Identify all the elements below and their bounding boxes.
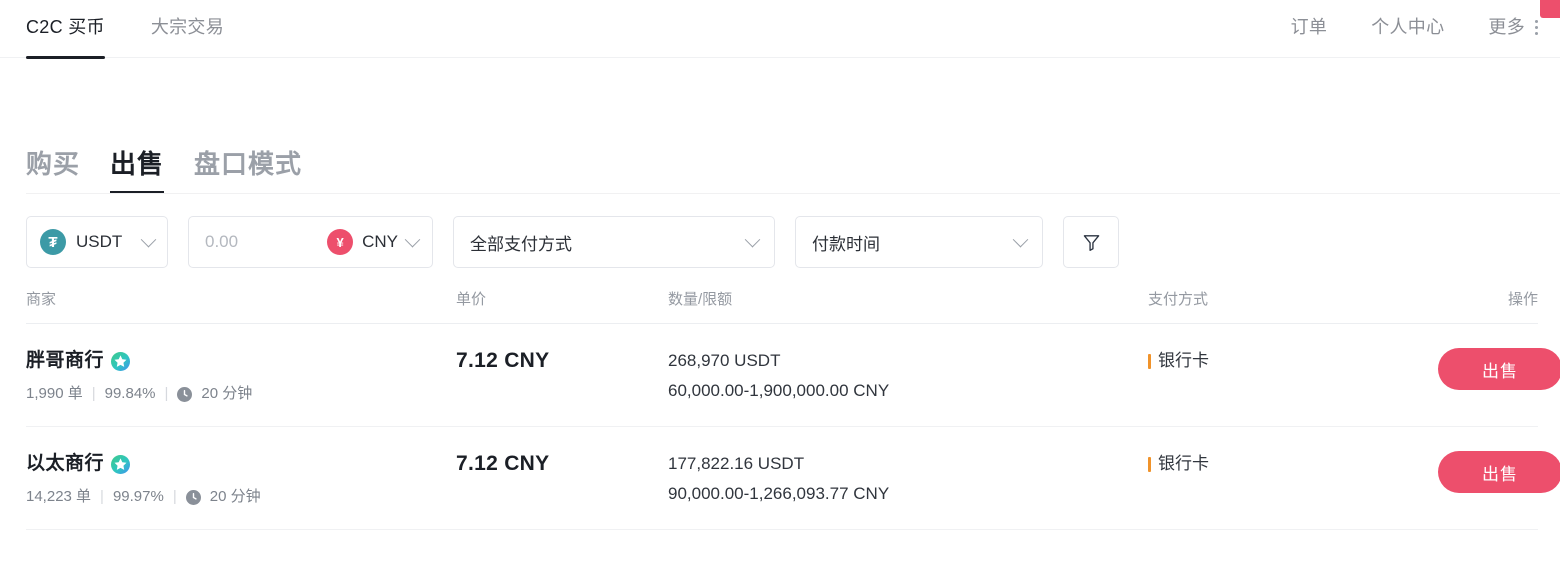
payment-color-bar-icon bbox=[1148, 456, 1151, 472]
price-cell: 7.12 CNY bbox=[456, 451, 668, 477]
sell-button[interactable]: 出售 bbox=[1438, 348, 1560, 390]
chevron-down-icon bbox=[744, 231, 761, 247]
order-limit: 90,000.00-1,266,093.77 CNY bbox=[668, 484, 890, 503]
amount-input[interactable]: 0.00 bbox=[205, 232, 238, 252]
payment-method-label: 银行卡 bbox=[1158, 454, 1209, 473]
funnel-filter-icon bbox=[1083, 234, 1099, 251]
coin-select[interactable]: ₮ USDT bbox=[26, 216, 168, 268]
chevron-down-icon bbox=[140, 231, 157, 247]
filter-toolbar: ₮ USDT 0.00 ¥ CNY 全部支付方式 付款时间 bbox=[0, 194, 1560, 268]
fiat-select[interactable]: ¥ CNY bbox=[327, 229, 421, 255]
tab-sell[interactable]: 出售 bbox=[110, 146, 165, 194]
column-header-payment: 支付方式 bbox=[1148, 291, 1209, 308]
merchant-stats: 14,223 单 | 99.97% | 20 分钟 bbox=[26, 487, 456, 507]
merchant-cell: 胖哥商行 1,990 单 | 99.84% | 20 分钟 bbox=[26, 348, 456, 404]
merchant-name[interactable]: 胖哥商行 bbox=[26, 348, 104, 374]
nav-item-orders[interactable]: 订单 bbox=[1291, 14, 1328, 40]
vertical-dots-icon bbox=[1535, 19, 1538, 35]
tab-orderbook-mode[interactable]: 盘口模式 bbox=[194, 146, 302, 194]
amount-limit-cell: 268,970 USDT 60,000.00-1,900,000.00 CNY bbox=[668, 348, 1148, 404]
column-header-action: 操作 bbox=[1507, 291, 1538, 308]
available-amount: 177,822.16 USDT bbox=[668, 454, 805, 473]
stats-separator: | bbox=[100, 488, 104, 505]
order-limit: 60,000.00-1,900,000.00 CNY bbox=[668, 381, 890, 400]
top-nav-right-group: 订单 个人中心 更多 bbox=[1291, 0, 1538, 40]
merchant-order-count: 14,223 单 bbox=[26, 488, 92, 505]
usdt-coin-icon: ₮ bbox=[40, 229, 66, 255]
top-nav-left-group: C2C 买币 大宗交易 bbox=[26, 0, 224, 59]
chevron-down-icon bbox=[1012, 231, 1029, 247]
nav-item-more-label: 更多 bbox=[1488, 17, 1525, 37]
payment-cell: 银行卡 bbox=[1148, 348, 1438, 374]
coin-select-value: USDT bbox=[76, 232, 123, 251]
merchant-name-line: 胖哥商行 bbox=[26, 348, 456, 374]
top-navigation-bar: C2C 买币 大宗交易 订单 个人中心 更多 bbox=[0, 0, 1560, 59]
column-header-price: 单价 bbox=[456, 291, 487, 308]
available-amount: 268,970 USDT bbox=[668, 351, 781, 370]
column-header-amount-limit: 数量/限额 bbox=[668, 291, 733, 308]
sell-button[interactable]: 出售 bbox=[1438, 451, 1560, 493]
table-header-row: 商家 单价 数量/限额 支付方式 操作 bbox=[26, 290, 1538, 324]
tab-buy[interactable]: 购买 bbox=[26, 146, 80, 194]
stats-separator: | bbox=[172, 488, 177, 505]
payment-method: 银行卡 bbox=[1148, 451, 1438, 477]
notification-badge[interactable] bbox=[1540, 0, 1560, 18]
price-cell: 7.12 CNY bbox=[456, 348, 668, 374]
unit-price: 7.12 CNY bbox=[456, 452, 550, 475]
merchant-completion-rate: 99.84% bbox=[104, 385, 156, 402]
payment-method-label: 银行卡 bbox=[1158, 351, 1209, 370]
merchant-name[interactable]: 以太商行 bbox=[26, 451, 104, 477]
verified-badge-icon bbox=[111, 351, 131, 371]
stats-separator: | bbox=[164, 385, 169, 402]
amount-limit-cell: 177,822.16 USDT 90,000.00-1,266,093.77 C… bbox=[668, 451, 1148, 507]
merchant-cell: 以太商行 14,223 单 | 99.97% | 20 分钟 bbox=[26, 451, 456, 507]
tabs-divider bbox=[26, 193, 1560, 194]
payment-cell: 银行卡 bbox=[1148, 451, 1438, 477]
action-cell: 出售 bbox=[1438, 348, 1560, 390]
nav-item-block-trade[interactable]: 大宗交易 bbox=[151, 14, 224, 40]
unit-price: 7.12 CNY bbox=[456, 349, 550, 372]
advanced-filter-button[interactable] bbox=[1063, 216, 1119, 268]
table-row: 胖哥商行 1,990 单 | 99.84% | 20 分钟 7.12 CNY 2… bbox=[26, 324, 1560, 427]
column-header-merchant: 商家 bbox=[26, 291, 57, 308]
offers-table: 商家 单价 数量/限额 支付方式 操作 胖哥商行 1,990 单 | 99.84… bbox=[0, 268, 1560, 530]
table-row: 以太商行 14,223 单 | 99.97% | 20 分钟 7.12 CNY … bbox=[26, 427, 1560, 530]
verified-badge-icon bbox=[111, 454, 131, 474]
clock-icon bbox=[177, 386, 193, 402]
stats-separator: | bbox=[91, 385, 96, 402]
trade-mode-tabs: 购买 出售 盘口模式 bbox=[0, 58, 1560, 194]
payment-method-select[interactable]: 全部支付方式 bbox=[453, 216, 775, 268]
payment-time-select-value: 付款时间 bbox=[812, 234, 880, 254]
merchant-release-time: 20 分钟 bbox=[209, 488, 261, 505]
nav-item-user-center[interactable]: 个人中心 bbox=[1371, 14, 1444, 40]
merchant-name-line: 以太商行 bbox=[26, 451, 456, 477]
clock-icon bbox=[185, 489, 201, 505]
payment-method-select-value: 全部支付方式 bbox=[470, 234, 572, 254]
payment-method: 银行卡 bbox=[1148, 348, 1438, 374]
merchant-release-time: 20 分钟 bbox=[201, 385, 253, 402]
amount-input-group[interactable]: 0.00 ¥ CNY bbox=[188, 216, 433, 268]
payment-time-select[interactable]: 付款时间 bbox=[795, 216, 1043, 268]
cny-coin-icon: ¥ bbox=[327, 229, 354, 255]
payment-color-bar-icon bbox=[1148, 353, 1151, 369]
nav-item-c2c-buy[interactable]: C2C 买币 bbox=[26, 14, 105, 59]
merchant-completion-rate: 99.97% bbox=[112, 488, 164, 505]
merchant-order-count: 1,990 单 bbox=[26, 385, 83, 402]
fiat-select-value: CNY bbox=[362, 232, 398, 251]
action-cell: 出售 bbox=[1438, 451, 1560, 493]
nav-item-more[interactable]: 更多 bbox=[1488, 14, 1538, 40]
merchant-stats: 1,990 单 | 99.84% | 20 分钟 bbox=[26, 384, 456, 404]
chevron-down-icon bbox=[404, 231, 421, 247]
